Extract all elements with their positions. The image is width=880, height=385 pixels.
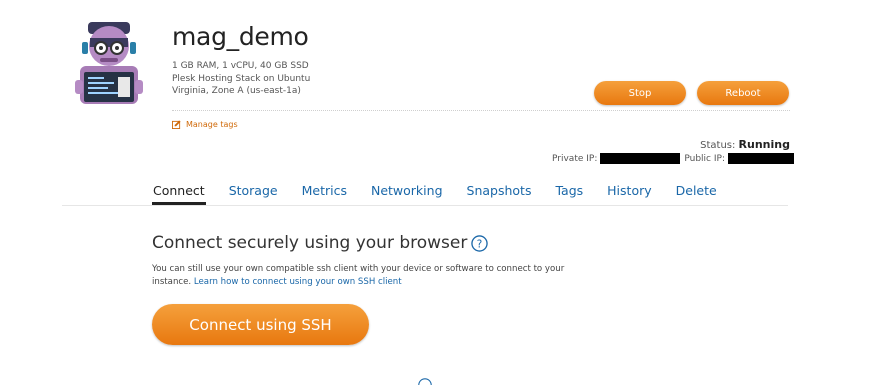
instance-specs: 1 GB RAM, 1 vCPU, 40 GB SSD Plesk Hostin… bbox=[172, 60, 310, 98]
connect-description: You can still use your own compatible ss… bbox=[152, 263, 602, 289]
tab-delete[interactable]: Delete bbox=[675, 183, 718, 205]
public-ip-redacted bbox=[728, 153, 794, 164]
svg-text:?: ? bbox=[477, 238, 483, 250]
connect-title-text: Connect securely using your browser bbox=[152, 233, 468, 253]
status-value: Running bbox=[738, 138, 790, 151]
tab-metrics[interactable]: Metrics bbox=[301, 183, 348, 205]
edit-icon bbox=[172, 120, 181, 129]
spec-location: Virginia, Zone A (us-east-1a) bbox=[172, 86, 301, 96]
header-divider bbox=[172, 110, 790, 111]
instance-name: mag_demo bbox=[172, 22, 309, 51]
ssh-client-help-link[interactable]: Learn how to connect using your own SSH … bbox=[194, 277, 402, 287]
help-icon-bottom[interactable] bbox=[418, 378, 432, 385]
spec-blueprint: Plesk Hosting Stack on Ubuntu bbox=[172, 73, 311, 84]
tab-history[interactable]: History bbox=[606, 183, 652, 205]
tab-storage[interactable]: Storage bbox=[228, 183, 279, 205]
instance-avatar bbox=[75, 22, 143, 104]
connect-ssh-button[interactable]: Connect using SSH bbox=[152, 304, 369, 345]
instance-status: Status: Running bbox=[700, 138, 790, 151]
tab-snapshots[interactable]: Snapshots bbox=[466, 183, 533, 205]
status-label: Status: bbox=[700, 140, 736, 151]
help-icon[interactable]: ? bbox=[471, 234, 489, 252]
tabs-divider bbox=[62, 205, 788, 206]
stop-button[interactable]: Stop bbox=[594, 81, 686, 105]
tab-tags[interactable]: Tags bbox=[554, 183, 584, 205]
connect-section-title: Connect securely using your browser ? bbox=[152, 233, 489, 253]
tab-connect[interactable]: Connect bbox=[152, 183, 206, 205]
tab-networking[interactable]: Networking bbox=[370, 183, 444, 205]
instance-tabs: Connect Storage Metrics Networking Snaps… bbox=[152, 183, 740, 205]
public-ip-label: Public IP: bbox=[684, 153, 725, 164]
ip-addresses: Private IP: Public IP: bbox=[552, 153, 794, 164]
manage-tags-link[interactable]: Manage tags bbox=[172, 120, 238, 129]
private-ip-label: Private IP: bbox=[552, 153, 598, 164]
manage-tags-label: Manage tags bbox=[186, 120, 238, 129]
private-ip-redacted bbox=[600, 153, 681, 164]
reboot-button[interactable]: Reboot bbox=[697, 81, 789, 105]
spec-resources: 1 GB RAM, 1 vCPU, 40 GB SSD bbox=[172, 61, 309, 71]
